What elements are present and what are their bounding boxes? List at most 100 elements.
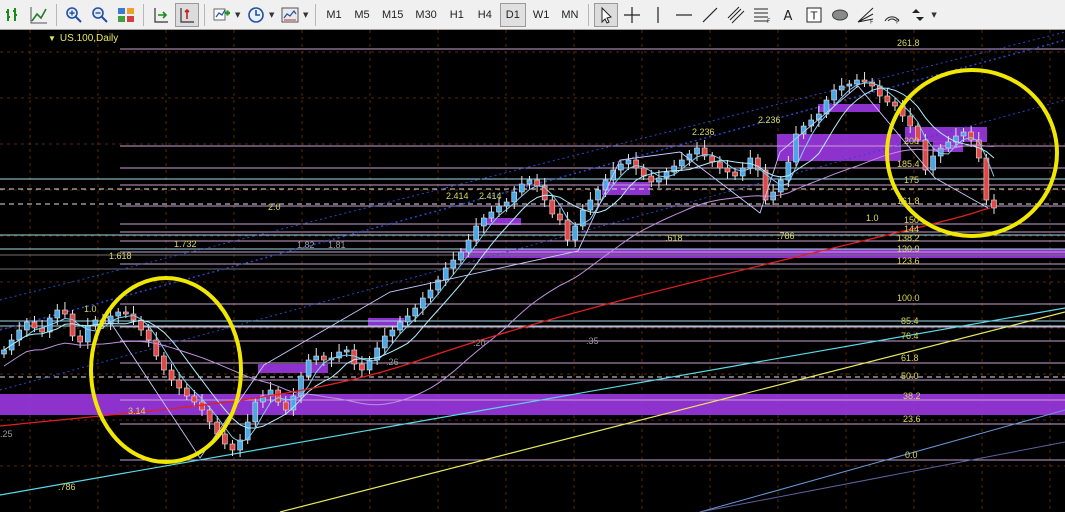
fib-expansion-label: 1.82 xyxy=(297,240,315,250)
bull-candle xyxy=(595,189,601,201)
tile-windows-button[interactable] xyxy=(114,3,138,27)
crosshair-icon xyxy=(624,6,641,23)
bear-candle xyxy=(907,115,914,127)
bull-candle xyxy=(343,349,350,353)
fib-expansion-label: 2.236 xyxy=(692,127,715,137)
templates-button[interactable] xyxy=(278,3,302,27)
indicators-button[interactable] xyxy=(210,3,234,27)
bull-candle xyxy=(572,225,578,241)
fib-expansion-label: 2.236 xyxy=(758,115,781,125)
indicators-group: ▼ ▼ ▼ xyxy=(209,0,311,29)
periods-button[interactable] xyxy=(244,3,268,27)
chart-shift-button[interactable] xyxy=(175,2,199,27)
bull-candle xyxy=(625,159,632,165)
timeframe-d1[interactable]: D1 xyxy=(499,2,526,27)
bull-candle xyxy=(785,161,792,181)
fib-expansion-label: .618 xyxy=(665,233,683,243)
bear-candle xyxy=(724,167,731,173)
timeframe-group: M1 M5 M15 M30 H1 H4 D1 W1 MN xyxy=(320,0,584,29)
fibonacci-fan-button[interactable]: F xyxy=(854,3,878,27)
bull-candle xyxy=(480,217,487,227)
fib-level-label: 200 xyxy=(904,136,920,146)
line-chart-button[interactable] xyxy=(27,3,51,27)
bull-candle xyxy=(656,177,662,183)
text-tool-button[interactable]: A xyxy=(776,3,800,27)
fib-level-label: 123.6 xyxy=(897,256,920,266)
bar-chart-button[interactable] xyxy=(1,3,25,27)
bull-candle xyxy=(519,183,525,193)
chevron-down-icon[interactable]: ▼ xyxy=(931,11,939,19)
bull-candle xyxy=(488,211,495,219)
text-label-button[interactable]: T xyxy=(802,3,826,27)
timeframe-h1[interactable]: H1 xyxy=(444,3,470,27)
fibonacci-arcs-button[interactable]: F xyxy=(880,3,904,27)
timeframe-w1[interactable]: W1 xyxy=(528,3,555,27)
bear-candle xyxy=(199,401,205,411)
timeframe-m30[interactable]: M30 xyxy=(410,3,441,27)
chart-window[interactable]: ▼ US.100,Daily 261.8 200 185.4 175 161.8 … xyxy=(0,30,1065,512)
fib-expansion-label: 1.81 xyxy=(328,240,346,250)
bull-candle xyxy=(442,267,449,281)
bull-candle xyxy=(366,359,373,371)
chevron-down-icon[interactable]: ▼ xyxy=(235,11,243,19)
supply-demand-zone xyxy=(258,364,328,373)
timeframe-h4[interactable]: H4 xyxy=(472,3,498,27)
horizontal-line-icon xyxy=(676,13,693,16)
horizontal-line-button[interactable] xyxy=(672,3,696,27)
bull-candle xyxy=(427,289,434,299)
vertical-line-button[interactable] xyxy=(646,3,670,27)
timeframe-m5[interactable]: M5 xyxy=(349,3,375,27)
timeframe-m15[interactable]: M15 xyxy=(377,3,408,27)
bear-candle xyxy=(191,395,198,403)
cursor-tool-button[interactable] xyxy=(594,2,619,27)
bull-candle xyxy=(960,131,967,137)
fib-level-label: 38.2 xyxy=(903,391,921,401)
timeframe-m1[interactable]: M1 xyxy=(321,3,347,27)
auto-scroll-button[interactable] xyxy=(149,3,173,27)
bear-candle xyxy=(69,313,76,337)
fib-expansion-label: 1.0 xyxy=(84,304,97,314)
bull-candle xyxy=(458,251,464,261)
bear-candle xyxy=(321,355,327,361)
bull-candle xyxy=(450,259,457,269)
chevron-down-icon[interactable]: ▼ xyxy=(269,11,277,19)
bull-candle xyxy=(420,297,426,309)
bear-candle xyxy=(922,139,929,171)
equidistant-channel-button[interactable] xyxy=(724,3,748,27)
fib-level-label: 100.0 xyxy=(897,293,920,303)
fib-level-label: 130.9 xyxy=(897,244,920,254)
crosshair-tool-button[interactable] xyxy=(620,3,644,27)
bear-candle xyxy=(31,321,38,329)
bull-candle xyxy=(846,83,853,87)
bull-candle xyxy=(54,309,61,319)
bear-candle xyxy=(62,309,68,315)
fib-level-label: 261.8 xyxy=(897,38,920,48)
ellipse-tool-button[interactable] xyxy=(828,3,852,27)
bear-candle xyxy=(717,161,723,169)
bull-candle xyxy=(694,147,700,155)
bear-candle xyxy=(549,199,556,215)
zoom-out-button[interactable] xyxy=(88,3,112,27)
fibonacci-button[interactable]: F xyxy=(750,3,774,27)
fib-expansion-label: 3.14 xyxy=(128,406,146,416)
chevron-down-icon[interactable]: ▼ xyxy=(303,11,311,19)
bull-candle xyxy=(305,359,312,377)
timeframe-mn[interactable]: MN xyxy=(556,3,583,27)
arrows-button[interactable] xyxy=(906,3,930,27)
zoom-in-button[interactable] xyxy=(62,3,86,27)
trendline-button[interactable] xyxy=(698,3,722,27)
scroll-group xyxy=(148,0,200,29)
fib-expansion-label: .786 xyxy=(58,482,76,492)
fib-expansion-label: .20 xyxy=(473,338,486,348)
bear-candle xyxy=(168,369,175,381)
bear-candle xyxy=(648,175,655,183)
trendline xyxy=(699,441,1065,512)
arrows-icon xyxy=(912,8,925,21)
chart-canvas[interactable] xyxy=(0,30,1065,512)
fib-expansion-label: 2.414 xyxy=(479,191,502,201)
fibonacci-fan-icon: F xyxy=(858,7,874,24)
bull-candle xyxy=(496,205,502,213)
bull-candle xyxy=(945,141,952,149)
bear-candle xyxy=(557,213,563,221)
add-indicator-icon xyxy=(213,8,230,20)
